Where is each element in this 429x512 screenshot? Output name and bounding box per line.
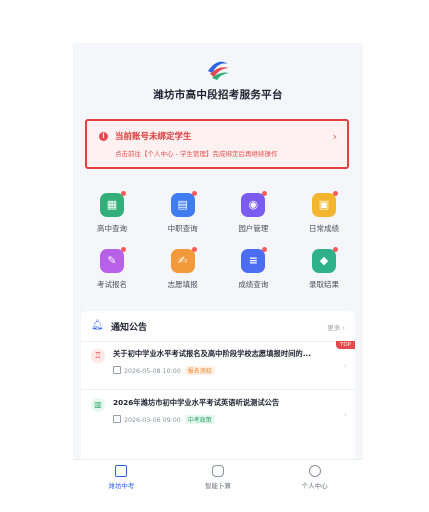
location-icon: ◉: [241, 191, 268, 217]
header: 潍坊市高中段招考服务平台: [73, 43, 363, 117]
edit-icon: ✍: [170, 247, 197, 273]
bell-icon: 🔔︎: [91, 320, 104, 331]
notice-item[interactable]: TOP ♖ 关于初中学业水平考试报名及高中阶段学校志愿填报时间的... 2026…: [81, 341, 355, 390]
calendar-icon: [113, 415, 121, 423]
alert-description: 点击前往【个人中心 - 学生管理】完成绑定后再继续操作: [115, 150, 278, 158]
tab-weifang-zhongkao[interactable]: 潍坊中考: [73, 460, 170, 498]
calendar-icon: [113, 366, 121, 374]
document-icon: [115, 465, 128, 477]
tab-smart-calc[interactable]: 智能卜算: [170, 460, 267, 498]
warning-icon: !: [99, 132, 108, 141]
notice-item-title: 关于初中学业水平考试报名及高中阶段学校志愿填报时间的...: [113, 349, 312, 358]
document-icon: ≡: [241, 247, 268, 273]
tab-label: 个人中心: [301, 482, 328, 490]
book-icon: ▤: [170, 191, 197, 217]
service-label: 高中查询: [97, 224, 127, 233]
certificate-icon: ▣: [311, 191, 338, 217]
signup-icon: ✎: [100, 247, 126, 273]
service-label: 志愿填报: [167, 280, 198, 289]
notice-item-title: 2026年潍坊市初中学业水平考试英语听说测试公告: [113, 398, 280, 407]
top-badge: TOP: [335, 341, 355, 349]
notice-title: 通知公告: [111, 323, 148, 333]
notice-item-date: 2026-03-06 09:00: [124, 417, 181, 424]
tab-personal-center[interactable]: 个人中心: [266, 460, 363, 498]
platform-logo-icon: [205, 55, 231, 81]
pin-icon: ♖: [91, 349, 105, 363]
unbound-student-alert[interactable]: ! 当前账号未绑定学生 点击前往【个人中心 - 学生管理】完成绑定后再继续操作 …: [85, 119, 349, 169]
tab-label: 智能卜算: [205, 482, 231, 490]
chat-icon: [212, 465, 224, 477]
chevron-right-icon: ›: [343, 410, 347, 419]
service-admission-result[interactable]: ◆ 录取结果: [295, 247, 353, 297]
graduation-cap-icon: ◆: [311, 247, 338, 273]
bottom-tab-bar: 潍坊中考 智能卜算 个人中心: [73, 459, 363, 498]
service-grid: ▦ 高中查询 ▤ 中职查询 ◉ 园户管理 ▣ 日常成绩 ✎ 考试报名 ✍ 志愿填…: [83, 191, 353, 305]
school-icon: ▦: [100, 191, 126, 217]
service-household-management[interactable]: ◉ 园户管理: [224, 191, 282, 241]
service-label: 园户管理: [238, 224, 269, 233]
notice-card: 🔔︎ 通知公告 更多 › TOP ♖ 关于初中学业水平考试报名及高中阶段学校志愿…: [81, 311, 355, 469]
service-label: 录取结果: [308, 280, 339, 289]
more-link[interactable]: 更多 ›: [327, 322, 345, 332]
chevron-right-icon: ›: [332, 130, 337, 143]
tab-label: 潍坊中考: [108, 482, 135, 490]
notice-item[interactable]: ▥ 2026年潍坊市初中学业水平考试英语听说测试公告 2026-03-06 09…: [81, 390, 355, 438]
chevron-right-icon: ›: [343, 361, 347, 370]
service-exam-signup[interactable]: ✎ 考试报名: [83, 247, 141, 297]
notice-item-date: 2026-05-08 10:00: [124, 368, 181, 375]
app-screen: 潍坊市高中段招考服务平台 ! 当前账号未绑定学生 点击前往【个人中心 - 学生管…: [73, 43, 363, 498]
notice-header: 🔔︎ 通知公告 更多 ›: [81, 311, 355, 342]
service-label: 中职查询: [167, 224, 198, 233]
open-book-icon: ▥: [91, 398, 105, 412]
alert-title: 当前账号未绑定学生: [115, 132, 192, 142]
service-score-query[interactable]: ≡ 成绩查询: [224, 247, 282, 297]
notice-item-meta: 2026-03-06 09:00 中考政策: [113, 415, 215, 424]
service-daily-scores[interactable]: ▣ 日常成绩: [295, 191, 353, 241]
notice-item-tag: 中考政策: [184, 415, 215, 424]
notice-item-meta: 2026-05-08 10:00 报名须知: [113, 366, 215, 375]
service-high-school-query[interactable]: ▦ 高中查询: [83, 191, 141, 241]
page-title: 潍坊市高中段招考服务平台: [153, 89, 283, 101]
notice-item-tag: 报名须知: [184, 366, 215, 375]
service-volunteer-application[interactable]: ✍ 志愿填报: [154, 247, 212, 297]
user-icon: [308, 465, 321, 477]
service-label: 日常成绩: [308, 224, 339, 233]
service-vocational-query[interactable]: ▤ 中职查询: [154, 191, 212, 241]
service-label: 考试报名: [97, 280, 127, 289]
service-label: 成绩查询: [238, 280, 269, 289]
